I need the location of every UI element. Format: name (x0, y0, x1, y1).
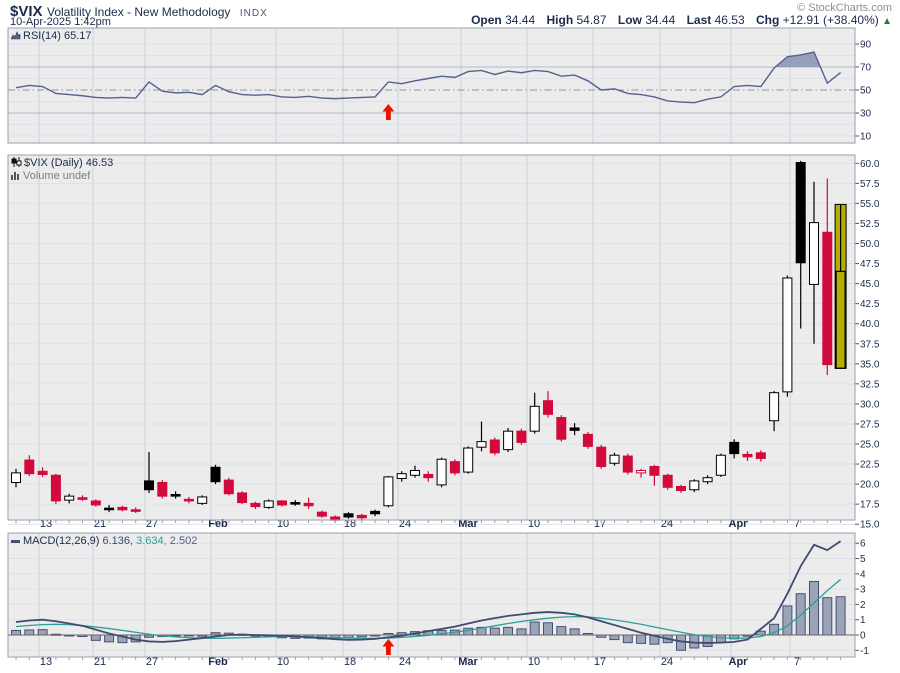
svg-text:27: 27 (146, 656, 158, 668)
rsi-legend-text: RSI(14) 65.17 (23, 30, 91, 42)
stockcharts-chart-window: { "header": { "ticker": "$VIX", "name": … (0, 0, 900, 673)
candle (663, 474, 672, 490)
svg-text:17: 17 (594, 656, 606, 668)
candle (557, 415, 566, 441)
svg-text:3: 3 (860, 585, 866, 596)
svg-text:10: 10 (277, 656, 289, 668)
svg-text:57.5: 57.5 (860, 179, 880, 190)
macd-value: 6.136, (102, 535, 133, 547)
chart-canvas: 907050301060.057.555.052.550.047.545.042… (0, 0, 900, 673)
svg-text:1: 1 (860, 615, 866, 626)
svg-text:25.0: 25.0 (860, 440, 880, 451)
svg-text:Feb: Feb (208, 656, 228, 668)
line-dash-icon (11, 536, 21, 548)
price-legend-text: $VIX (Daily) 46.53 (24, 157, 113, 169)
svg-text:24: 24 (661, 656, 673, 668)
candlestick-icon (11, 157, 22, 170)
svg-text:24: 24 (399, 656, 411, 668)
candle (597, 445, 606, 469)
candle (783, 276, 792, 397)
svg-text:32.5: 32.5 (860, 379, 880, 390)
volume-legend-text: Volume undef (23, 170, 90, 182)
svg-text:37.5: 37.5 (860, 339, 880, 350)
candle (437, 458, 446, 488)
candle (490, 438, 499, 456)
svg-text:35.0: 35.0 (860, 359, 880, 370)
volume-bars-icon (11, 171, 21, 183)
price-legend: $VIX (Daily) 46.53 Volume undef (11, 157, 113, 183)
svg-text:50.0: 50.0 (860, 239, 880, 250)
svg-text:70: 70 (860, 63, 872, 74)
candle (716, 454, 725, 477)
axis-labels: 907050301060.057.555.052.550.047.545.042… (855, 40, 880, 657)
svg-text:20.0: 20.0 (860, 480, 880, 491)
macd-hist-value: 2.502 (170, 535, 198, 547)
candle (610, 453, 619, 466)
candle (158, 480, 167, 498)
svg-text:17.5: 17.5 (860, 500, 880, 511)
svg-text:13: 13 (40, 656, 52, 668)
svg-text:Mar: Mar (458, 656, 478, 668)
svg-text:30.0: 30.0 (860, 399, 880, 410)
svg-text:6: 6 (860, 539, 866, 550)
svg-text:42.5: 42.5 (860, 299, 880, 310)
svg-text:18: 18 (344, 656, 356, 668)
svg-text:50: 50 (860, 86, 872, 97)
svg-text:90: 90 (860, 40, 872, 51)
svg-text:Apr: Apr (729, 656, 749, 668)
svg-text:4: 4 (860, 569, 866, 580)
macd-legend: MACD(12,26,9) 6.136, 3.634, 2.502 (11, 535, 197, 548)
svg-text:-1: -1 (860, 646, 869, 657)
rsi-legend: RSI(14) 65.17 (11, 30, 91, 43)
candle (517, 429, 526, 445)
candle (835, 204, 846, 368)
candle (198, 495, 207, 505)
svg-text:55.0: 55.0 (860, 199, 880, 210)
svg-text:22.5: 22.5 (860, 460, 880, 471)
candle (224, 478, 233, 496)
candle (464, 446, 473, 473)
macd-legend-name: MACD(12,26,9) (23, 535, 99, 547)
svg-text:7: 7 (794, 656, 800, 668)
candle (238, 491, 247, 504)
macd-signal-value: 3.634, (136, 535, 167, 547)
svg-text:15.0: 15.0 (860, 520, 880, 531)
candle (384, 476, 393, 507)
svg-text:2: 2 (860, 600, 866, 611)
svg-text:10: 10 (860, 132, 872, 143)
svg-text:0: 0 (860, 631, 866, 642)
candle (583, 432, 592, 449)
svg-text:45.0: 45.0 (860, 279, 880, 290)
svg-text:60.0: 60.0 (860, 159, 880, 170)
candle (264, 499, 273, 509)
area-chart-icon (11, 31, 21, 43)
candle (211, 465, 220, 484)
candle (623, 454, 632, 475)
svg-text:21: 21 (94, 656, 106, 668)
svg-text:10: 10 (528, 656, 540, 668)
svg-text:40.0: 40.0 (860, 319, 880, 330)
candle (51, 474, 60, 504)
svg-text:27.5: 27.5 (860, 419, 880, 430)
candle (504, 428, 513, 452)
svg-text:5: 5 (860, 554, 866, 565)
candle (450, 459, 459, 475)
panel-backgrounds (8, 28, 855, 657)
svg-text:30: 30 (860, 109, 872, 120)
candle (690, 479, 699, 492)
svg-text:47.5: 47.5 (860, 259, 880, 270)
svg-text:52.5: 52.5 (860, 219, 880, 230)
